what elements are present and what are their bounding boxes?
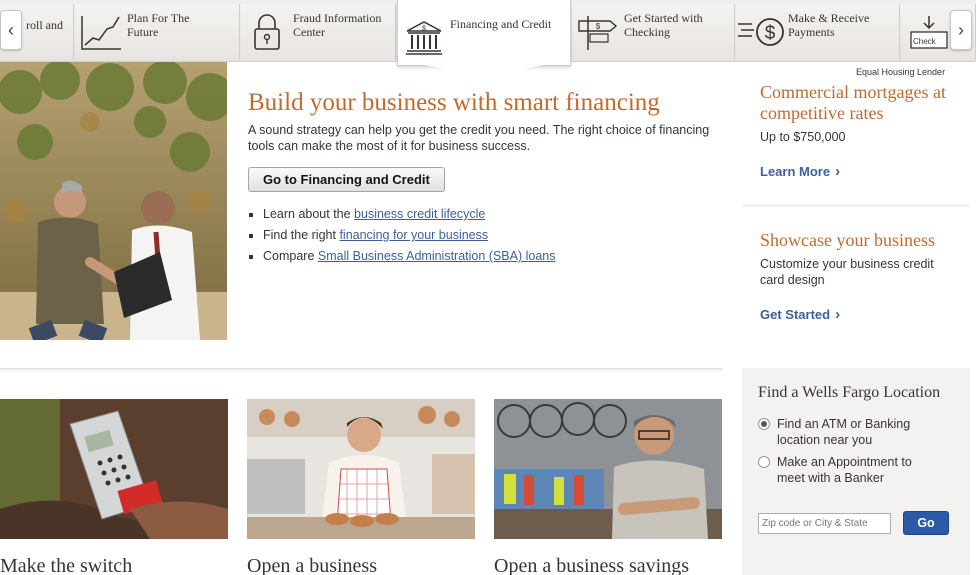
- chevron-right-icon: ›: [835, 163, 841, 180]
- section-divider: [0, 368, 722, 374]
- tab-financing-and-credit[interactable]: $ Financing and Credit: [397, 0, 571, 77]
- hero-description: A sound strategy can help you get the cr…: [248, 123, 710, 153]
- sba-loans-link[interactable]: Small Business Administration (SBA) loan…: [318, 249, 556, 263]
- promo-text: Customize your business credit card desi…: [760, 257, 934, 287]
- card-open-a-business[interactable]: Open a business: [247, 399, 475, 575]
- hero-content: Build your business with smart financing…: [248, 90, 718, 267]
- card-title: Make the switch: [0, 555, 133, 575]
- tab-label: Financing and Credit: [450, 16, 552, 31]
- locator-form: Go: [758, 511, 949, 535]
- dollar-coin-icon: $: [736, 9, 788, 55]
- chevron-right-icon: ›: [958, 19, 964, 40]
- equal-housing-lender-text: Equal Housing Lender: [856, 67, 946, 77]
- list-item: Compare Small Business Administration (S…: [248, 246, 718, 267]
- atm-location-option[interactable]: Find an ATM or Banking location near you: [758, 416, 954, 448]
- carousel-next-button[interactable]: ›: [950, 10, 972, 50]
- card-make-the-switch[interactable]: Make the switch: [0, 399, 228, 575]
- locator-title: Find a Wells Fargo Location: [758, 384, 941, 401]
- cta-label: Get Started: [760, 307, 831, 322]
- get-started-link[interactable]: Get Started ›: [760, 306, 840, 323]
- list-item: Learn about the business credit lifecycl…: [248, 204, 718, 225]
- tab-fraud-information-center[interactable]: Fraud Information Center: [241, 4, 396, 60]
- tab-label: Fraud Information Center: [293, 11, 382, 39]
- tab-get-started-with-checking[interactable]: $ Get Started with Checking: [572, 4, 735, 60]
- radio-label: Make an Appointment to meet with a Banke…: [777, 455, 912, 485]
- tab-label: roll and: [26, 18, 63, 32]
- tab-label: Check: [913, 37, 936, 46]
- zip-city-input[interactable]: [758, 512, 891, 534]
- growth-chart-icon: [75, 9, 127, 55]
- check-deposit-icon: Check: [909, 12, 949, 52]
- financing-for-your-business-link[interactable]: financing for your business: [339, 228, 488, 242]
- card-title: Open a business savings: [494, 555, 689, 575]
- tab-label: Plan For The Future: [127, 11, 190, 39]
- tab-label: Get Started with Checking: [624, 11, 703, 39]
- tab-label: Make & Receive Payments: [788, 11, 870, 39]
- radio-button[interactable]: [758, 456, 770, 468]
- card-photo-bakery: [247, 399, 475, 539]
- padlock-icon: [241, 9, 293, 55]
- cta-label: Learn More: [760, 164, 831, 179]
- bullet-text: Find the right: [263, 228, 340, 242]
- list-item: Find the right financing for your busine…: [248, 225, 718, 246]
- radio-button-selected[interactable]: [758, 418, 770, 430]
- carousel-prev-button[interactable]: ‹: [0, 10, 22, 50]
- hero-photo-vineyard-meeting: [0, 62, 227, 340]
- location-finder: Find a Wells Fargo Location Find an ATM …: [742, 368, 970, 575]
- go-to-financing-button[interactable]: Go to Financing and Credit: [248, 167, 445, 192]
- svg-text:$: $: [422, 25, 426, 32]
- chevron-left-icon: ‹: [8, 19, 14, 40]
- card-photo-bike-shop: [494, 399, 722, 539]
- card-open-a-business-savings[interactable]: Open a business savings: [494, 399, 722, 575]
- chevron-right-icon: ›: [835, 306, 841, 323]
- tab-make-and-receive-payments[interactable]: $ Make & Receive Payments: [736, 4, 900, 60]
- signpost-icon: $: [572, 9, 624, 55]
- bullet-text: Compare: [263, 249, 318, 263]
- promo-title: Commercial mortgages at competitive rate…: [760, 82, 946, 123]
- business-credit-lifecycle-link[interactable]: business credit lifecycle: [354, 207, 485, 221]
- svg-text:$: $: [765, 23, 776, 44]
- product-tab-carousel: ‹ roll and Plan For The Future Fraud Inf…: [0, 0, 976, 77]
- promo-title: Showcase your business: [760, 230, 935, 250]
- radio-label: Find an ATM or Banking location near you: [777, 417, 911, 447]
- promo-showcase-business: Showcase your business Customize your bu…: [742, 207, 970, 350]
- hero-title: Build your business with smart financing: [248, 89, 660, 116]
- promo-column: Commercial mortgages at competitive rate…: [742, 62, 970, 350]
- learn-more-link[interactable]: Learn More ›: [760, 163, 840, 180]
- svg-text:$: $: [596, 22, 601, 31]
- appointment-option[interactable]: Make an Appointment to meet with a Banke…: [758, 454, 954, 486]
- go-button[interactable]: Go: [903, 511, 949, 535]
- bank-building-icon: $: [398, 15, 450, 61]
- hero-bullet-list: Learn about the business credit lifecycl…: [248, 204, 718, 267]
- promo-text: Up to $750,000: [760, 130, 846, 144]
- promo-commercial-mortgages: Commercial mortgages at competitive rate…: [742, 62, 970, 204]
- tab-plan-for-the-future[interactable]: Plan For The Future: [75, 4, 240, 60]
- card-photo-card-terminal: [0, 399, 228, 539]
- card-title: Open a business: [247, 555, 377, 575]
- bullet-text: Learn about the: [263, 207, 355, 221]
